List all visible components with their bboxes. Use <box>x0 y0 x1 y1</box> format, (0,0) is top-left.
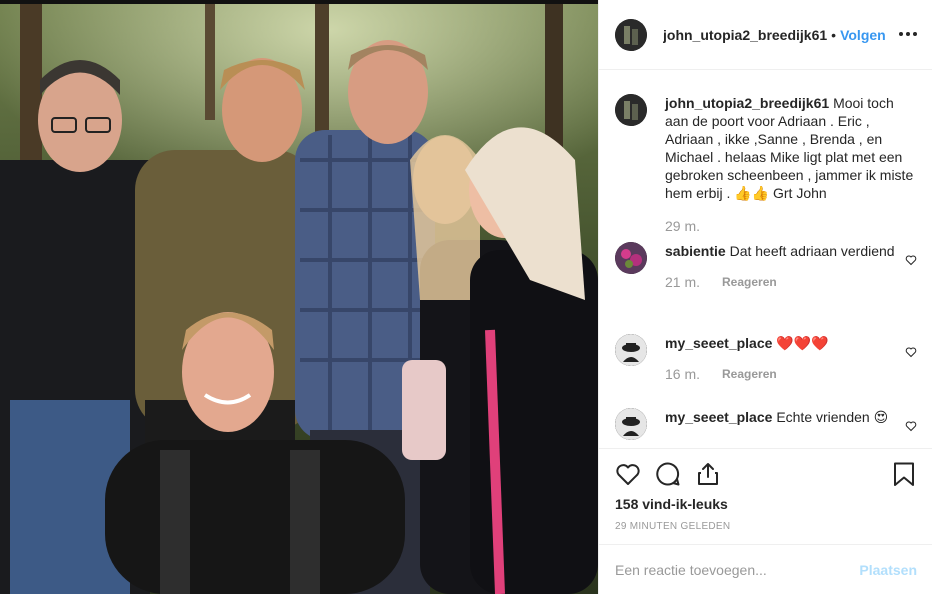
comment-input[interactable] <box>615 561 860 578</box>
comment-username[interactable]: my_seeet_place <box>665 335 772 351</box>
avatar[interactable] <box>615 242 647 274</box>
heart-icon[interactable] <box>905 346 917 358</box>
heart-icon[interactable] <box>905 254 917 266</box>
caption-body: john_utopia2_breedijk61 Mooi toch aan de… <box>665 94 917 202</box>
caption-username[interactable]: john_utopia2_breedijk61 <box>665 95 829 111</box>
avatar[interactable] <box>615 18 647 51</box>
reply-button[interactable]: Reageren <box>722 274 777 291</box>
group-photo-image <box>0 0 598 594</box>
post-comment-button[interactable]: Plaatsen <box>859 562 917 578</box>
add-comment-bar: Plaatsen <box>599 544 932 594</box>
more-options-icon[interactable] <box>899 24 917 44</box>
post-photo[interactable] <box>0 0 598 594</box>
comment-body: sabientie Dat heeft adriaan verdiend <box>665 242 917 260</box>
comment-time[interactable]: 16 m. <box>665 366 700 383</box>
caption-meta: 29 m. <box>665 218 917 234</box>
comment-body: my_seeet_place Echte vrienden 😍 <box>665 408 917 426</box>
comment-text: ❤️❤️❤️ <box>776 335 829 351</box>
list-item: my_seeet_place ❤️❤️❤️ 16 m. Reageren <box>615 334 917 383</box>
likes-count[interactable]: 158 vind-ik-leuks <box>615 496 728 512</box>
comment-body: my_seeet_place ❤️❤️❤️ <box>665 334 917 352</box>
comments-list[interactable]: john_utopia2_breedijk61 Mooi toch aan de… <box>599 70 932 448</box>
action-icons <box>615 461 917 487</box>
heart-icon[interactable] <box>905 420 917 432</box>
bookmark-icon[interactable] <box>891 461 917 487</box>
avatar[interactable] <box>615 334 647 366</box>
share-icon[interactable] <box>695 461 721 487</box>
comment-meta: 16 m. Reageren <box>665 366 917 383</box>
comment-username[interactable]: my_seeet_place <box>665 409 772 425</box>
follow-button[interactable]: Volgen <box>840 27 886 43</box>
post-side-panel: john_utopia2_breedijk61 • Volgen john_ut… <box>598 0 932 594</box>
list-item: sabientie Dat heeft adriaan verdiend 21 … <box>615 242 917 291</box>
avatar[interactable] <box>615 94 647 126</box>
reply-button[interactable]: Reageren <box>722 366 777 383</box>
comment-text: Dat heeft adriaan verdiend <box>729 243 895 259</box>
avatar[interactable] <box>615 408 647 440</box>
comment-text: Echte vrienden 😍 <box>776 409 889 425</box>
separator-dot: • <box>831 26 837 43</box>
heart-icon[interactable] <box>615 461 641 487</box>
list-item: my_seeet_place Echte vrienden 😍 <box>615 408 917 440</box>
caption: john_utopia2_breedijk61 Mooi toch aan de… <box>615 94 917 234</box>
comment-time[interactable]: 21 m. <box>665 274 700 291</box>
caption-time[interactable]: 29 m. <box>665 218 700 234</box>
comment-icon[interactable] <box>655 461 681 487</box>
instagram-post: john_utopia2_breedijk61 • Volgen john_ut… <box>0 0 932 594</box>
post-timestamp[interactable]: 29 MINUTEN GELEDEN <box>615 521 730 532</box>
post-actions: 158 vind-ik-leuks 29 MINUTEN GELEDEN <box>599 448 932 544</box>
post-header: john_utopia2_breedijk61 • Volgen <box>599 0 932 70</box>
comment-meta: 21 m. Reageren <box>665 274 917 291</box>
header-username[interactable]: john_utopia2_breedijk61 <box>663 27 827 43</box>
comment-username[interactable]: sabientie <box>665 243 726 259</box>
